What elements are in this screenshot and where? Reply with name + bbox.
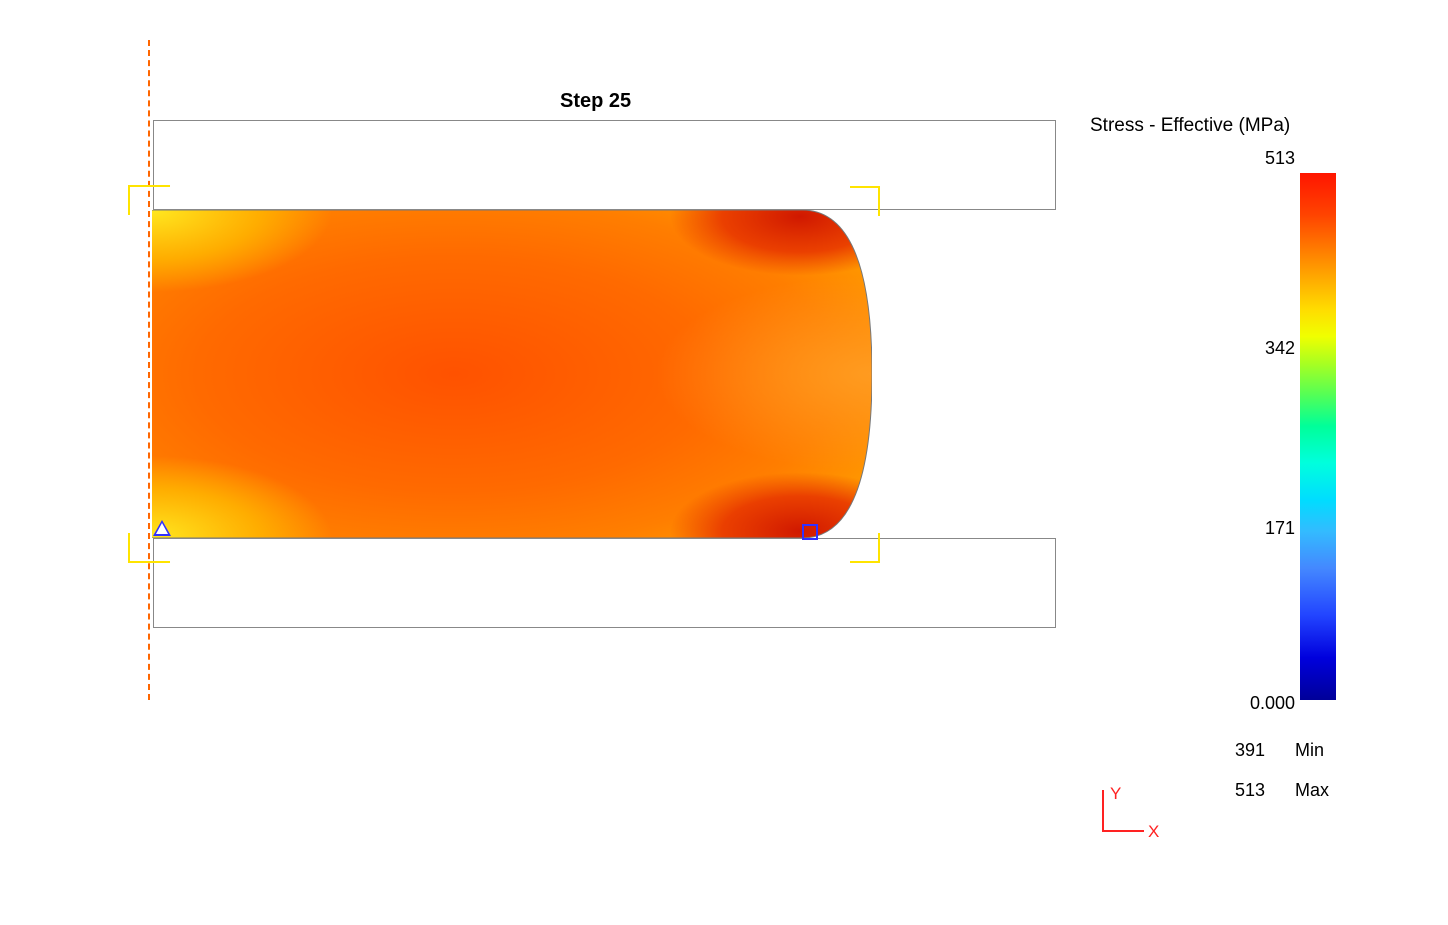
simulation-viewport[interactable]: Step 25 [0, 0, 1080, 925]
y-axis-label: Y [1110, 784, 1121, 804]
x-axis-line-icon [1102, 830, 1144, 832]
max-label: Max [1295, 780, 1329, 801]
top-die [153, 120, 1056, 210]
max-value: 513 [1235, 780, 1265, 801]
selection-bracket-top-right [850, 186, 880, 216]
step-title: Step 25 [560, 90, 631, 113]
tick-max: 513 [1240, 148, 1295, 169]
min-label: Min [1295, 740, 1324, 761]
y-axis-line-icon [1102, 790, 1104, 832]
axis-triad: Y X [1090, 790, 1150, 850]
legend-panel: Stress - Effective (MPa) 513 342 171 0.0… [1080, 0, 1448, 925]
selection-bracket-bottom-left [128, 533, 170, 563]
tick-171: 171 [1240, 518, 1295, 539]
symmetry-axis [148, 40, 150, 700]
legend-title: Stress - Effective (MPa) [1090, 115, 1290, 137]
selection-bracket-bottom-right [850, 533, 880, 563]
min-marker-icon [153, 520, 171, 536]
color-scale-bar [1300, 173, 1336, 700]
tick-min: 0.000 [1230, 693, 1295, 714]
selection-bracket-top-left [128, 185, 170, 215]
max-marker-icon [802, 524, 818, 540]
x-axis-label: X [1148, 822, 1159, 842]
workpiece-contour [152, 210, 872, 538]
bottom-die [153, 538, 1056, 628]
min-value: 391 [1235, 740, 1265, 761]
tick-342: 342 [1240, 338, 1295, 359]
